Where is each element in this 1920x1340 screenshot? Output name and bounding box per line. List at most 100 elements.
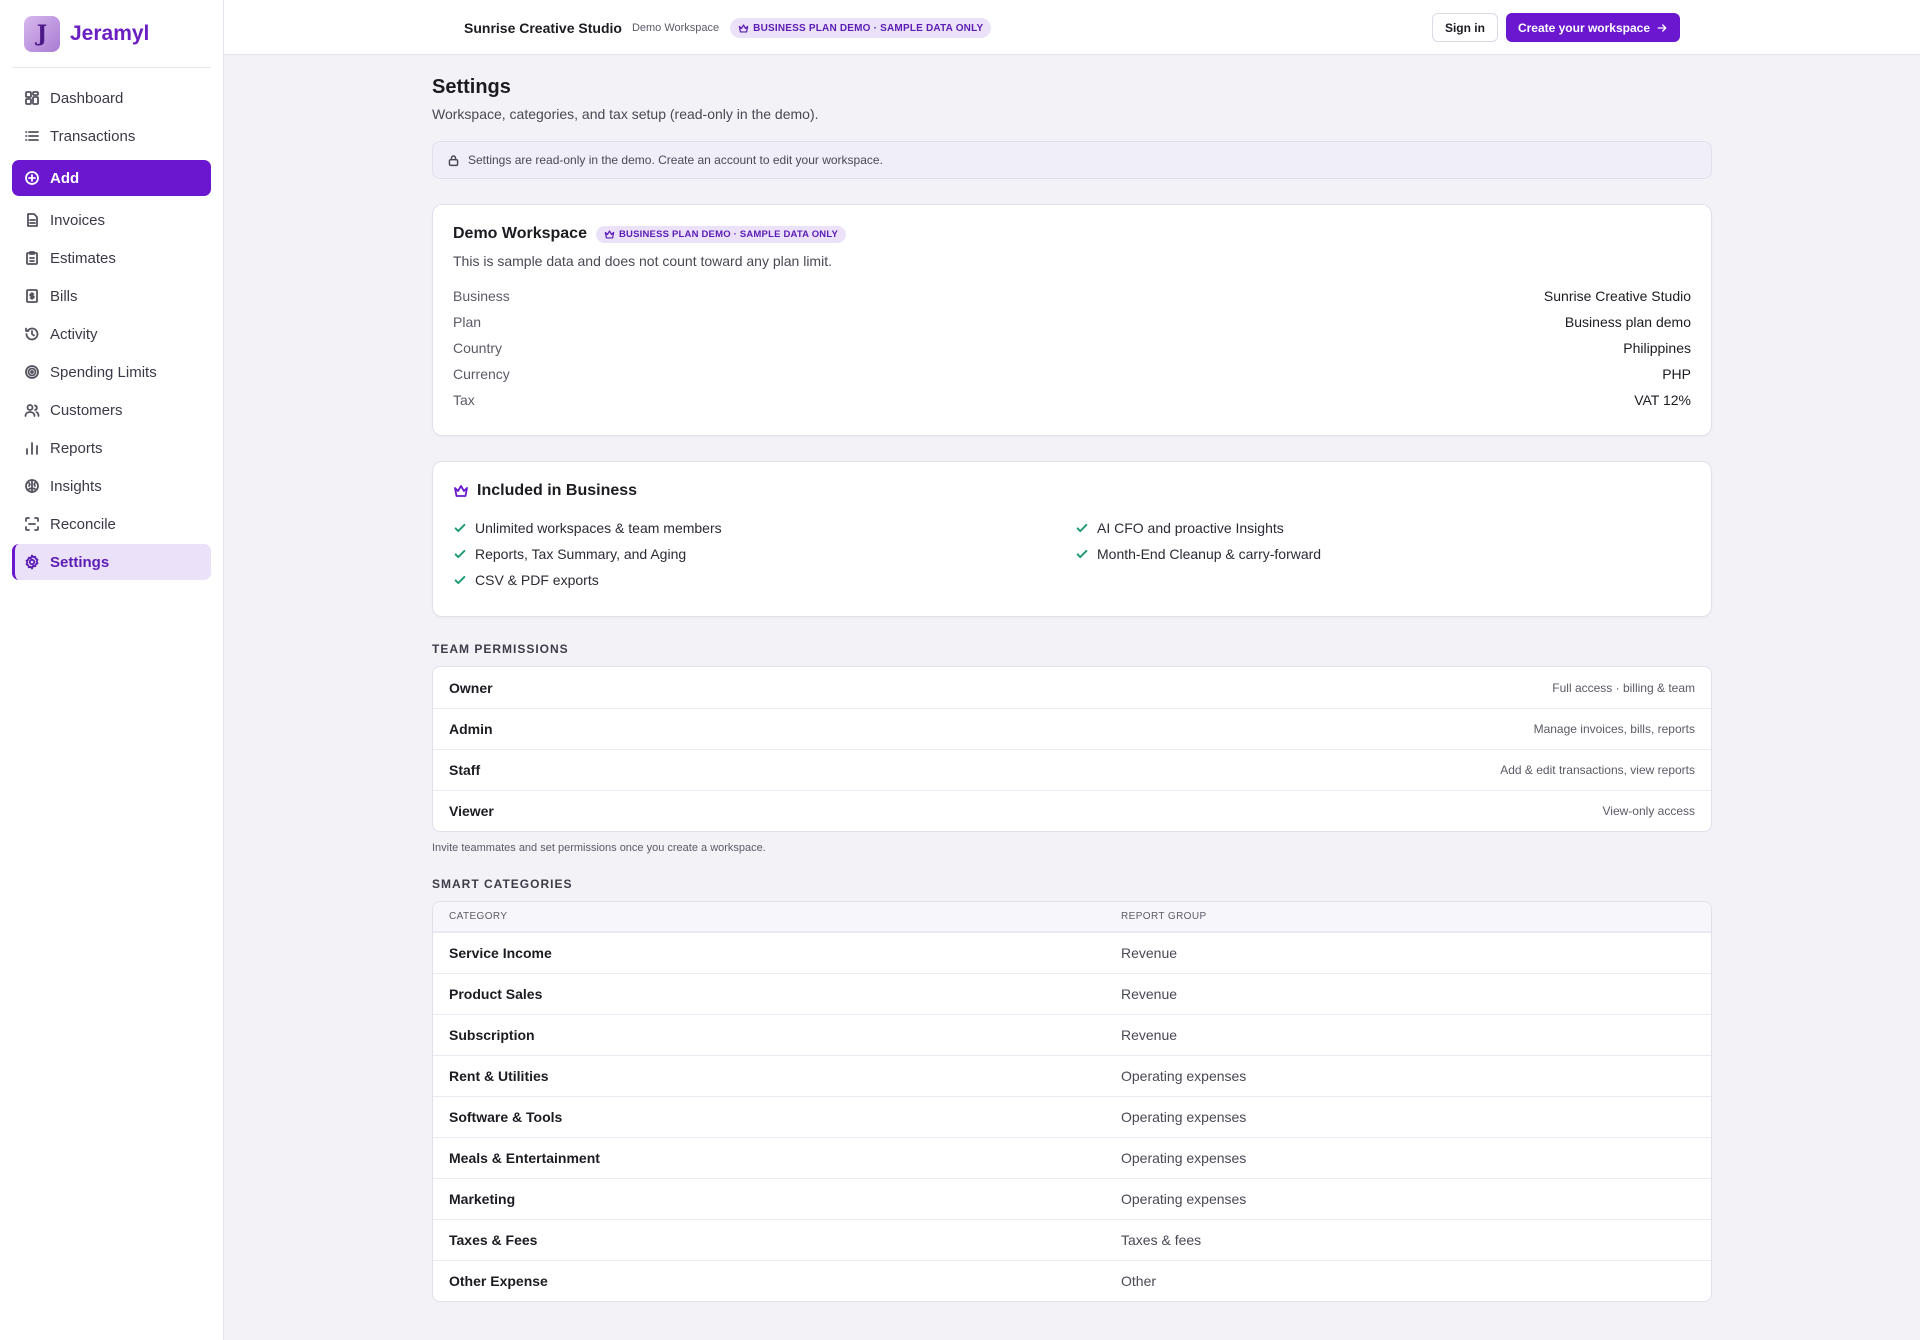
detail-key: Plan (453, 314, 482, 330)
sidebar-item-label: Dashboard (50, 89, 124, 107)
workspace-info: Sunrise Creative Studio Demo Workspace B… (464, 18, 992, 38)
sidebar-item-activity[interactable]: Activity (12, 316, 211, 352)
workspace-details: Business Sunrise Creative Studio Plan Busi… (453, 283, 1691, 413)
crown-icon (454, 485, 468, 497)
permissions-hint: Invite teammates and set permissions onc… (432, 842, 766, 854)
clipboard-icon (24, 250, 40, 266)
sidebar-item-label: Add (50, 169, 80, 187)
category-name: Taxes & Fees (449, 1232, 538, 1248)
detail-value: Business plan demo (1564, 314, 1691, 330)
role-description: Manage invoices, bills, reports (1533, 722, 1695, 736)
check-icon (1076, 523, 1088, 533)
sidebar-item-spending-limits[interactable]: Spending Limits (12, 354, 211, 390)
smart-categories-heading: SMART CATEGORIES (432, 877, 573, 891)
sidebar-item-estimates[interactable]: Estimates (12, 240, 211, 276)
column-header-report-group: REPORT GROUP (1121, 911, 1207, 922)
table-row: Meals & Entertainment Operating expenses (433, 1137, 1711, 1178)
workspace-card-header: Demo Workspace BUSINESS PLAN DEMO · SAMP… (453, 225, 1691, 243)
category-name: Rent & Utilities (449, 1068, 549, 1084)
users-icon (24, 402, 40, 418)
create-workspace-button[interactable]: Create your workspace (1505, 13, 1680, 42)
sign-in-button[interactable]: Sign in (1431, 13, 1498, 42)
detail-key: Tax (453, 392, 475, 408)
detail-row-currency: Currency PHP (453, 361, 1691, 387)
feature-item: CSV & PDF exports (453, 571, 1075, 589)
create-workspace-label: Create your workspace (1517, 20, 1650, 35)
table-row: Marketing Operating expenses (433, 1178, 1711, 1219)
feature-item: Month-End Cleanup & carry-forward (1075, 545, 1675, 563)
permission-row-staff: Staff Add & edit transactions, view repor… (433, 749, 1711, 790)
sidebar-item-transactions[interactable]: Transactions (12, 118, 211, 154)
plus-circle-icon (24, 170, 40, 186)
dollar-receipt-icon (24, 288, 40, 304)
category-name: Subscription (449, 1027, 535, 1043)
sidebar-item-label: Estimates (50, 249, 116, 267)
sidebar-item-bills[interactable]: Bills (12, 278, 211, 314)
sidebar-item-label: Invoices (50, 211, 106, 229)
sidebar-item-customers[interactable]: Customers (12, 392, 211, 428)
detail-row-plan: Plan Business plan demo (453, 309, 1691, 335)
sidebar-item-add[interactable]: Add (12, 160, 211, 196)
detail-value: Philippines (1623, 340, 1691, 356)
topbar: Sunrise Creative Studio Demo Workspace B… (224, 0, 1920, 55)
sidebar-item-reports[interactable]: Reports (12, 430, 211, 466)
permission-row-admin: Admin Manage invoices, bills, reports (433, 708, 1711, 749)
included-title: Included in Business (477, 482, 638, 499)
sidebar-item-label: Insights (50, 477, 102, 495)
brand-logo: J (24, 15, 60, 52)
role-name: Staff (449, 762, 481, 778)
feature-item: Unlimited workspaces & team members (453, 519, 1075, 537)
report-group: Operating expenses (1121, 1150, 1247, 1166)
table-row: Taxes & Fees Taxes & fees (433, 1219, 1711, 1260)
sidebar-item-label: Settings (50, 553, 110, 571)
sidebar-item-label: Transactions (50, 127, 136, 145)
target-icon (24, 364, 40, 380)
role-description: View-only access (1602, 804, 1695, 818)
workspace-label: Demo Workspace (631, 22, 720, 34)
document-icon (24, 212, 40, 228)
sidebar-item-reconcile[interactable]: Reconcile (12, 506, 211, 542)
role-name: Viewer (449, 803, 494, 819)
permission-row-owner: Owner Full access · billing & team (433, 667, 1711, 708)
brand[interactable]: J Jeramyl (12, 0, 211, 68)
category-name: Marketing (449, 1191, 516, 1207)
report-group: Taxes & fees (1121, 1232, 1202, 1248)
settings-page: Settings Workspace, categories, and tax … (432, 76, 1712, 1302)
report-group: Revenue (1121, 1027, 1178, 1043)
workspace-description: This is sample data and does not count t… (453, 253, 832, 269)
table-row: Rent & Utilities Operating expenses (433, 1055, 1711, 1096)
report-group: Operating expenses (1121, 1109, 1247, 1125)
feature-item: AI CFO and proactive Insights (1075, 519, 1675, 537)
detail-key: Country (453, 340, 503, 356)
detail-row-business: Business Sunrise Creative Studio (453, 283, 1691, 309)
detail-value: PHP (1662, 366, 1691, 382)
permission-row-viewer: Viewer View-only access (433, 790, 1711, 831)
sidebar-item-settings[interactable]: Settings (12, 544, 211, 580)
feature-list: Unlimited workspaces & team members AI C… (453, 519, 1691, 589)
category-name: Service Income (449, 945, 552, 961)
sidebar-item-dashboard[interactable]: Dashboard (12, 80, 211, 116)
table-row: Product Sales Revenue (433, 973, 1711, 1014)
sidebar-item-insights[interactable]: Insights (12, 468, 211, 504)
workspace-badge-label: BUSINESS PLAN DEMO · SAMPLE DATA ONLY (618, 228, 839, 240)
crown-icon (738, 23, 749, 33)
sidebar-item-label: Reports (50, 439, 103, 457)
workspace-card: Demo Workspace BUSINESS PLAN DEMO · SAMP… (432, 204, 1712, 436)
role-description: Full access · billing & team (1552, 680, 1695, 695)
category-name: Product Sales (449, 986, 543, 1002)
business-name: Sunrise Creative Studio (464, 20, 622, 36)
detail-value: Sunrise Creative Studio (1543, 288, 1691, 304)
history-icon (24, 326, 40, 342)
column-header-category: CATEGORY (449, 911, 508, 922)
report-group: Other (1121, 1273, 1157, 1289)
list-icon (24, 128, 40, 144)
sidebar-item-label: Activity (50, 325, 98, 343)
feature-item: Reports, Tax Summary, and Aging (453, 545, 1075, 563)
brain-icon (24, 478, 40, 494)
sidebar-item-invoices[interactable]: Invoices (12, 202, 211, 238)
feature-label: CSV & PDF exports (475, 572, 599, 588)
arrow-right-icon (1657, 23, 1667, 32)
sidebar-item-label: Customers (50, 401, 123, 419)
read-only-notice: Settings are read-only in the demo. Crea… (432, 141, 1712, 179)
grid-icon (24, 90, 40, 106)
